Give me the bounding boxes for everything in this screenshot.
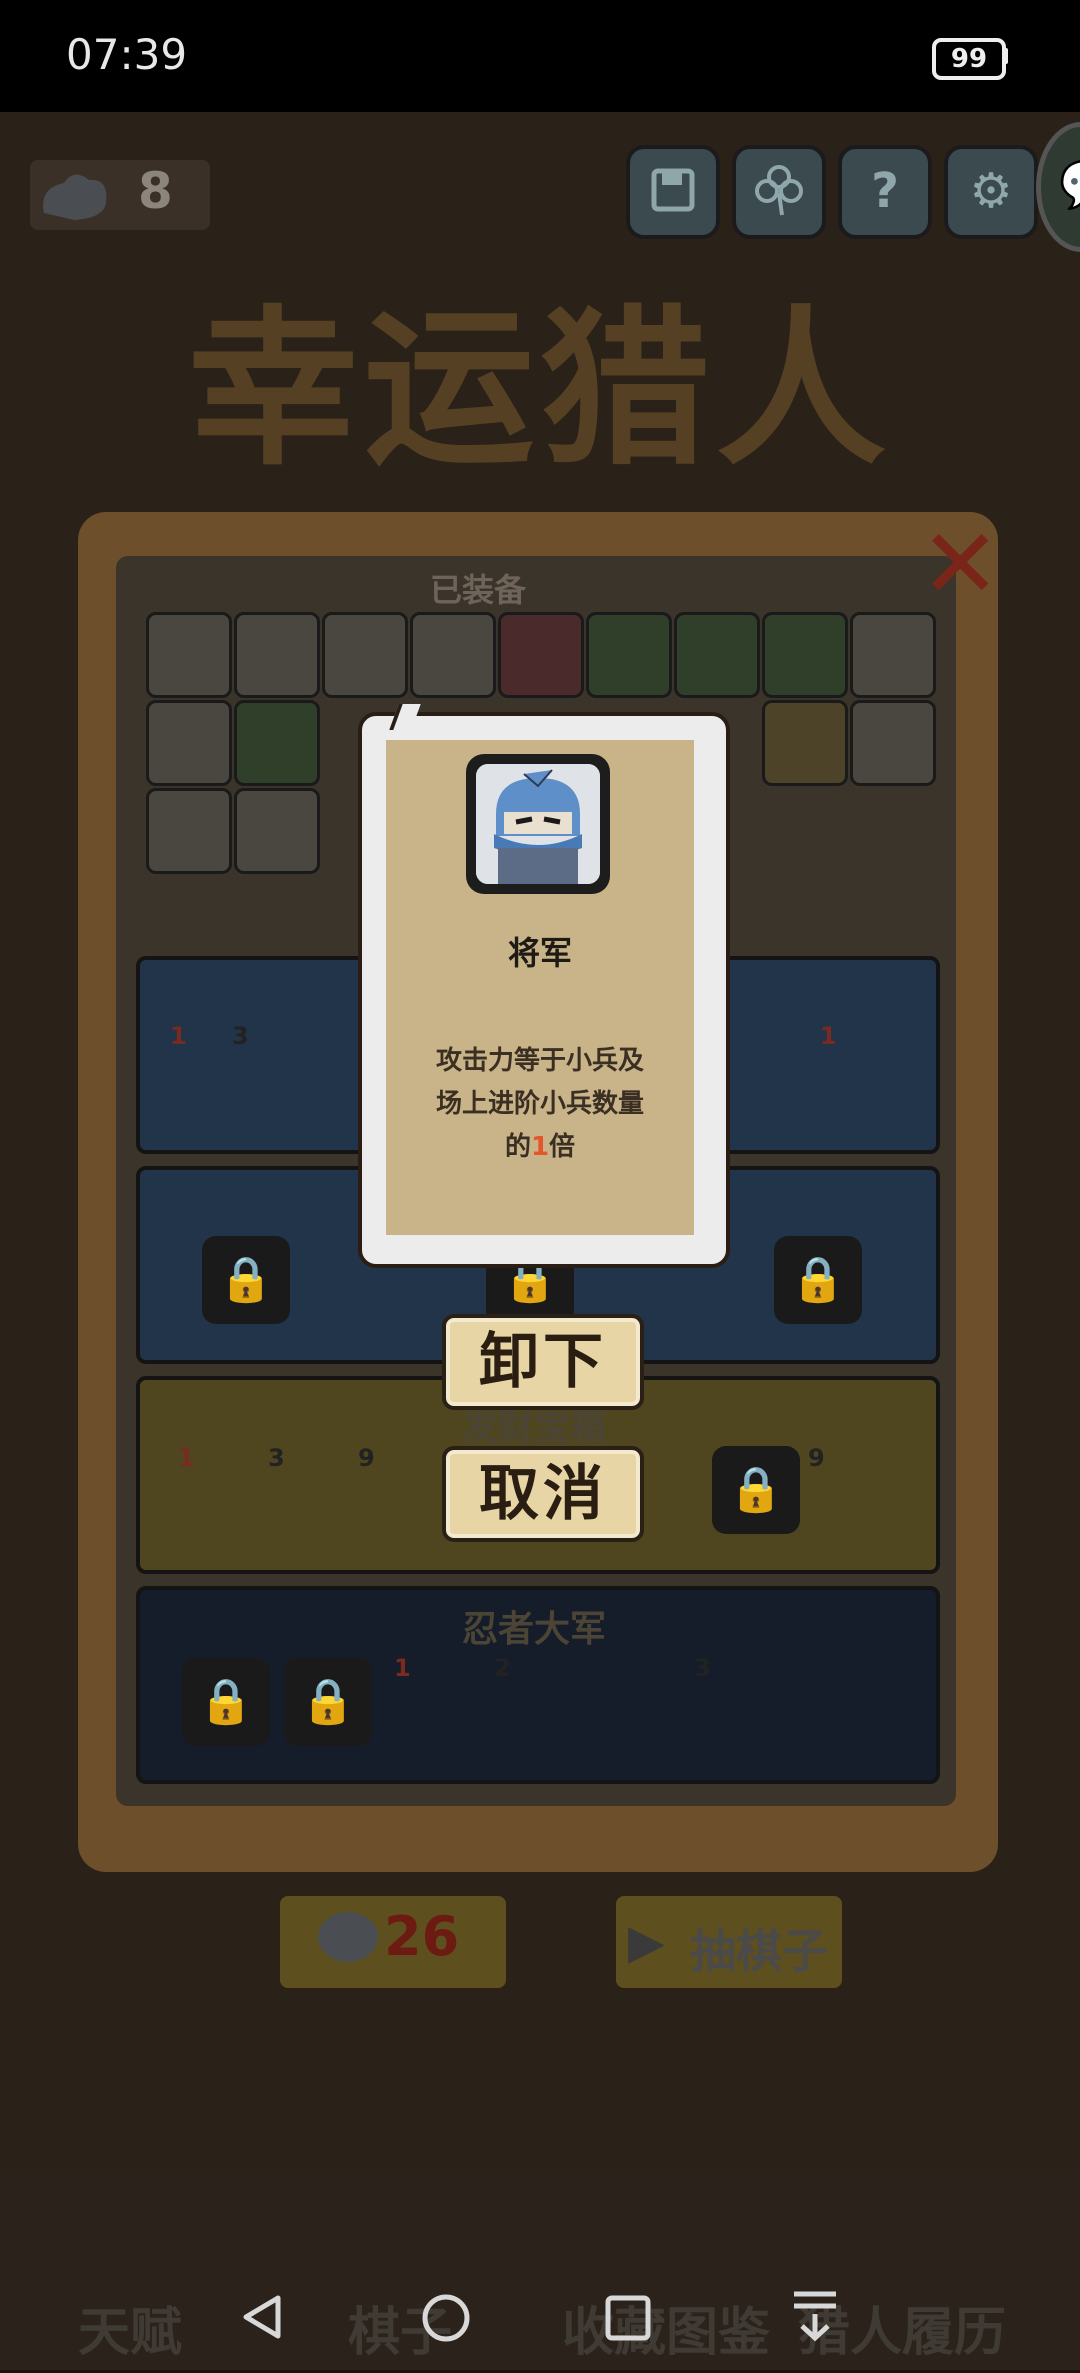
gems-button-count: 26 [384,1905,460,1968]
equipped-slot[interactable] [146,700,232,786]
equipped-slot[interactable] [146,788,232,874]
close-icon[interactable]: ✕ [920,508,1000,620]
badge: 3 [694,1654,711,1682]
equipped-slot[interactable] [762,700,848,786]
recents-icon[interactable] [604,2294,652,2342]
lock-icon: 🔒 [712,1446,800,1534]
game-title-art: 幸运猎人 [187,291,892,489]
battery-indicator: 99 [932,38,1006,80]
gear-icon: ⚙ [969,163,1013,219]
desc-line-2: 场上进阶小兵数量 [435,1089,644,1119]
equipped-slot[interactable] [234,612,320,698]
video-play-icon: ▶ [628,1914,665,1970]
lock-icon: 🔒 [774,1236,862,1324]
lock-icon: 🔒 [284,1658,372,1746]
badge: 2 [494,1654,511,1682]
modal-tail-bottom [560,1252,600,1262]
equipped-slot[interactable] [498,612,584,698]
set-title-ninja: 忍者大军 [461,1609,606,1650]
equipped-slot[interactable] [410,612,496,698]
general-piece-icon [476,764,600,884]
clover-button[interactable] [732,145,826,239]
piece-description: 攻击力等于小兵及 场上进阶小兵数量 的1倍 [410,1040,670,1169]
lock-icon: 🔒 [202,1236,290,1324]
desc-line-3: 的1倍 [410,1126,670,1169]
nav-talent[interactable]: 天赋 [78,2290,182,2365]
menu-icon[interactable] [790,2288,840,2344]
badge: 1 [820,1022,837,1050]
equipped-slot[interactable] [322,612,408,698]
draw-piece-label: 抽棋子 [690,1924,828,1978]
help-icon: ? [871,163,899,219]
lock-icon: 🔒 [182,1658,270,1746]
status-time: 07:39 [66,30,188,79]
desc-suffix: 倍 [549,1132,576,1162]
equipped-slot[interactable] [674,612,760,698]
home-icon[interactable] [420,2292,472,2344]
badge: 1 [170,1022,187,1050]
nav-collection[interactable]: 收藏图鉴 [562,2290,770,2365]
desc-prefix: 的 [504,1132,531,1162]
equipped-slot[interactable] [762,612,848,698]
save-icon [651,168,695,212]
gem-icon [318,1912,378,1962]
cancel-button[interactable]: 取消 [442,1446,644,1542]
clover-icon [755,165,803,216]
badge: 1 [394,1654,411,1682]
chat-icon: 💬 [1059,157,1080,212]
equipped-slot[interactable] [850,612,936,698]
equipped-slot[interactable] [850,700,936,786]
equipped-label: 已装备 [430,571,527,609]
badge: 3 [268,1444,285,1472]
desc-line-1: 攻击力等于小兵及 [435,1046,644,1076]
gem-icon [43,174,107,220]
save-button[interactable] [626,145,720,239]
equipped-slot[interactable] [234,788,320,874]
piece-name: 将军 [507,934,572,972]
gem-count: 8 [138,162,173,220]
help-button[interactable]: ? [838,145,932,239]
badge: 1 [178,1444,195,1472]
badge: 3 [232,1022,249,1050]
equipped-slot[interactable] [586,612,672,698]
equipped-slot[interactable] [234,700,320,786]
equipped-slot[interactable] [146,612,232,698]
badge: 9 [358,1444,375,1472]
badge: 9 [808,1444,825,1472]
settings-button[interactable]: ⚙ [944,145,1038,239]
desc-multiplier: 1 [530,1132,550,1162]
battery-tip [1003,48,1008,64]
unequip-button[interactable]: 卸下 [442,1314,644,1410]
back-icon[interactable] [238,2292,288,2342]
